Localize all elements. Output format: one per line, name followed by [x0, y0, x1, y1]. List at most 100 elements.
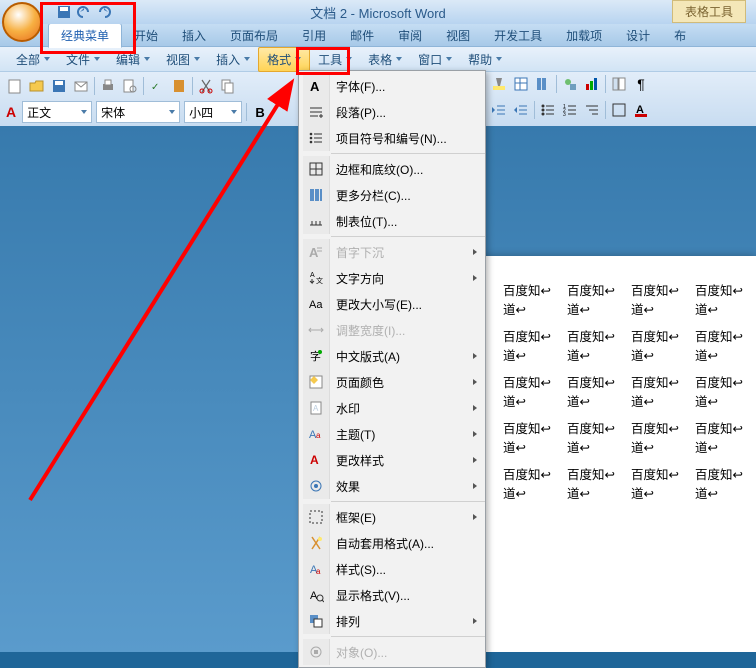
table-cell[interactable]: 百度知↩道↩ [500, 326, 564, 372]
menu-表格[interactable]: 表格 [360, 48, 410, 71]
drawing-icon[interactable] [561, 75, 579, 93]
menu-窗口[interactable]: 窗口 [410, 48, 460, 71]
format-menu-item-5[interactable]: 更多分栏(C)... [299, 182, 485, 208]
format-menu-item-20[interactable]: 自动套用格式(A)... [299, 530, 485, 556]
format-menu-item-22[interactable]: A显示格式(V)... [299, 582, 485, 608]
save-icon[interactable] [56, 4, 72, 20]
format-menu-item-14[interactable]: A水印 [299, 395, 485, 421]
open-icon[interactable] [28, 77, 46, 95]
format-menu-item-16[interactable]: A更改样式 [299, 447, 485, 473]
table-cell[interactable]: 百度知↩道↩ [564, 280, 628, 326]
redo-icon[interactable] [96, 4, 112, 20]
save-icon[interactable] [50, 77, 68, 95]
table-cell[interactable]: 百度知↩道↩ [500, 280, 564, 326]
format-menu-item-23[interactable]: 排列 [299, 608, 485, 634]
menu-文件[interactable]: 文件 [58, 48, 108, 71]
cell-text: 道↩ [503, 485, 561, 504]
ribbon-tab-5[interactable]: 邮件 [338, 24, 386, 47]
indent-icon[interactable] [512, 101, 530, 119]
format-menu-item-12[interactable]: 字中文版式(A) [299, 343, 485, 369]
numbering-icon[interactable]: 123 [561, 101, 579, 119]
format-menu-item-9[interactable]: A文文字方向 [299, 265, 485, 291]
menu-格式[interactable]: 格式 [258, 47, 310, 72]
table-cell[interactable]: 百度知↩道↩ [692, 280, 756, 326]
toolbar-right-row1: ¶ [490, 72, 754, 96]
insert-columns-icon[interactable] [534, 75, 552, 93]
doc-map-icon[interactable] [610, 75, 628, 93]
table-cell[interactable]: 百度知↩道↩ [628, 418, 692, 464]
table-cell[interactable]: 百度知↩道↩ [628, 372, 692, 418]
ribbon-tab-8[interactable]: 开发工具 [482, 24, 554, 47]
table-cell[interactable]: 百度知↩道↩ [500, 418, 564, 464]
table-cell[interactable]: 百度知↩道↩ [564, 326, 628, 372]
ribbon-tab-7[interactable]: 视图 [434, 24, 482, 47]
ribbon-tab-2[interactable]: 插入 [170, 24, 218, 47]
copy-icon[interactable] [219, 77, 237, 95]
format-menu-item-6[interactable]: 制表位(T)... [299, 208, 485, 234]
ribbon-tab-10[interactable]: 设计 [614, 24, 662, 47]
table-cell[interactable]: 百度知↩道↩ [628, 326, 692, 372]
format-menu-item-10[interactable]: Aa更改大小写(E)... [299, 291, 485, 317]
table-cell[interactable]: 百度知↩道↩ [500, 464, 564, 510]
ribbon-tab-4[interactable]: 引用 [290, 24, 338, 47]
menu-视图[interactable]: 视图 [158, 48, 208, 71]
preview-icon[interactable] [121, 77, 139, 95]
table-cell[interactable]: 百度知↩道↩ [692, 326, 756, 372]
font-selector[interactable]: 宋体 [96, 101, 180, 123]
table-cell[interactable]: 百度知↩道↩ [628, 280, 692, 326]
table-cell[interactable]: 百度知↩道↩ [628, 464, 692, 510]
multilevel-icon[interactable] [583, 101, 601, 119]
ribbon-tab-9[interactable]: 加载项 [554, 24, 614, 47]
cell-text: 道↩ [567, 393, 625, 412]
style-selector[interactable]: 正文 [22, 101, 92, 123]
menu-工具[interactable]: 工具 [310, 48, 360, 71]
format-menu-item-1[interactable]: 段落(P)... [299, 99, 485, 125]
table-cell[interactable]: 百度知↩道↩ [692, 464, 756, 510]
table-cell[interactable]: 百度知↩道↩ [692, 372, 756, 418]
ribbon-tab-6[interactable]: 审阅 [386, 24, 434, 47]
format-menu-item-2[interactable]: 项目符号和编号(N)... [299, 125, 485, 151]
format-menu-item-21[interactable]: Aa样式(S)... [299, 556, 485, 582]
office-button[interactable] [2, 2, 42, 42]
highlight-icon[interactable] [490, 75, 508, 93]
style-a-icon[interactable]: A [6, 104, 16, 120]
ribbon-tab-3[interactable]: 页面布局 [218, 24, 290, 47]
chevron-down-icon [44, 57, 50, 61]
menu-帮助[interactable]: 帮助 [460, 48, 510, 71]
ribbon-tab-1[interactable]: 开始 [122, 24, 170, 47]
format-menu-item-17[interactable]: 效果 [299, 473, 485, 499]
cut-icon[interactable] [197, 77, 215, 95]
borders-toolbar-icon[interactable] [610, 101, 628, 119]
table-cell[interactable]: 百度知↩道↩ [564, 464, 628, 510]
font-size-selector[interactable]: 小四 [184, 101, 242, 123]
ribbon-tab-11[interactable]: 布 [662, 24, 698, 47]
chart-icon[interactable] [583, 75, 601, 93]
format-menu-item-19[interactable]: 框架(E) [299, 504, 485, 530]
print-icon[interactable] [99, 77, 117, 95]
format-menu-item-13[interactable]: 页面颜色 [299, 369, 485, 395]
format-menu-item-15[interactable]: Aa主题(T) [299, 421, 485, 447]
font-color-icon[interactable]: A [632, 101, 650, 119]
format-menu-item-0[interactable]: A字体(F)... [299, 73, 485, 99]
table-cell[interactable]: 百度知↩道↩ [564, 372, 628, 418]
table-cell[interactable]: 百度知↩道↩ [564, 418, 628, 464]
ribbon-tabs: 经典菜单开始插入页面布局引用邮件审阅视图开发工具加载项设计布 [0, 24, 756, 47]
menu-全部[interactable]: 全部 [8, 48, 58, 71]
research-icon[interactable] [170, 77, 188, 95]
spell-icon[interactable]: ✓ [148, 77, 166, 95]
table-cell[interactable]: 百度知↩道↩ [692, 418, 756, 464]
cell-text: 道↩ [631, 439, 689, 458]
outdent-icon[interactable] [490, 101, 508, 119]
bullets-icon[interactable] [539, 101, 557, 119]
menu-编辑[interactable]: 编辑 [108, 48, 158, 71]
menu-插入[interactable]: 插入 [208, 48, 258, 71]
show-para-icon[interactable]: ¶ [632, 75, 650, 93]
undo-icon[interactable] [76, 4, 92, 20]
new-icon[interactable] [6, 77, 24, 95]
table-cell[interactable]: 百度知↩道↩ [500, 372, 564, 418]
table-icon[interactable] [512, 75, 530, 93]
mail-icon[interactable] [72, 77, 90, 95]
format-menu-item-4[interactable]: 边框和底纹(O)... [299, 156, 485, 182]
bold-icon[interactable]: B [251, 103, 269, 121]
ribbon-tab-0[interactable]: 经典菜单 [48, 23, 122, 48]
